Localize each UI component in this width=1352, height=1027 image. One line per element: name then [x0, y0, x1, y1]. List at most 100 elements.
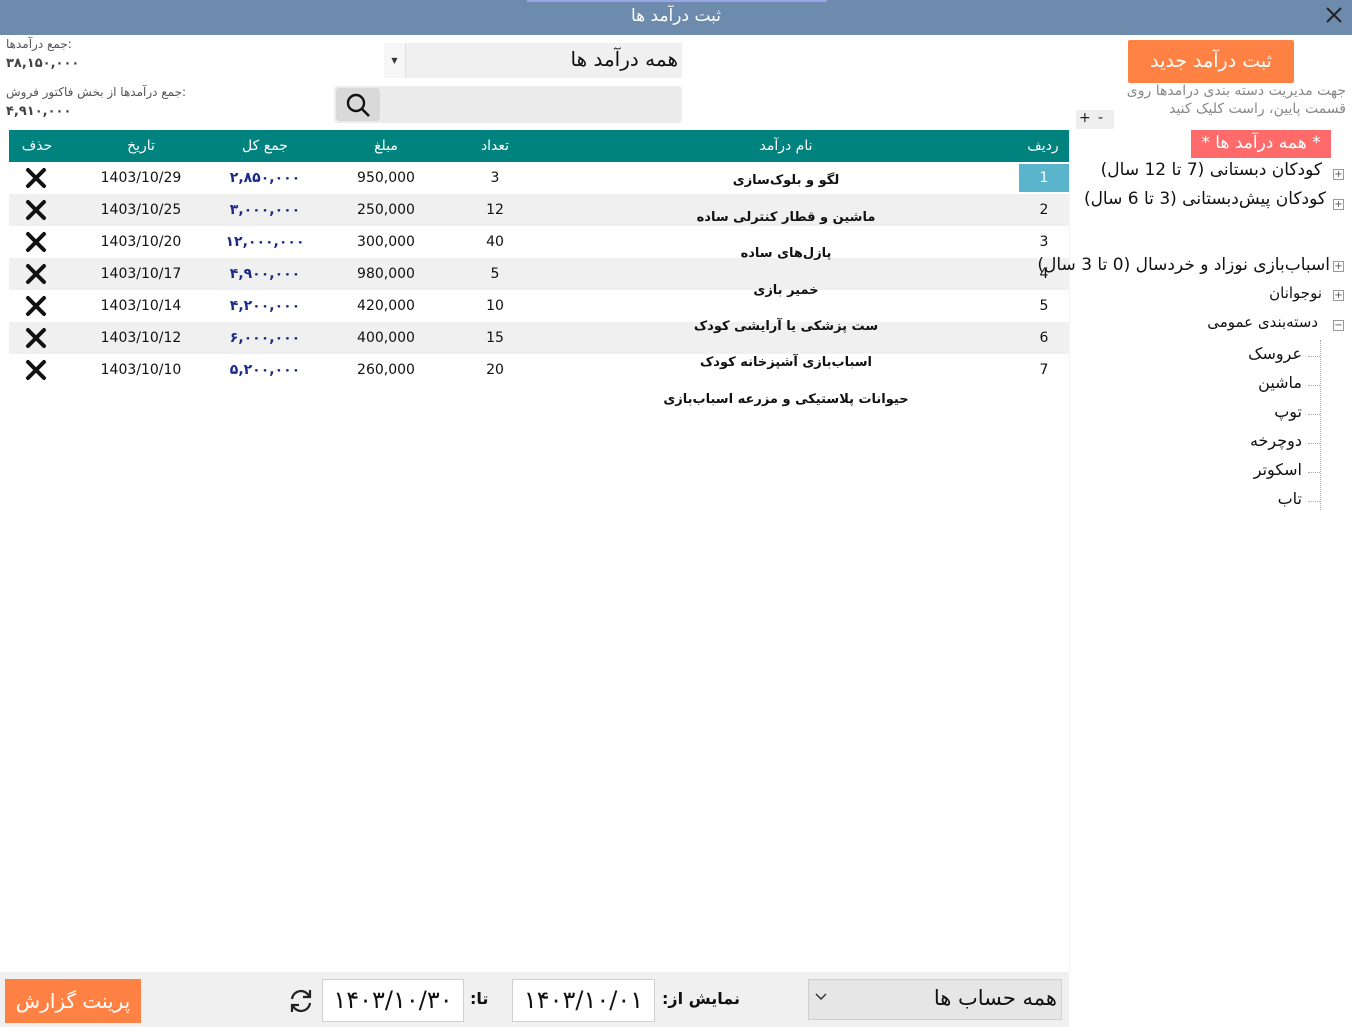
collapse-all-button[interactable]: - — [1098, 110, 1103, 126]
delete-icon[interactable] — [24, 199, 48, 221]
tree-node[interactable]: نوجوانان — [1269, 284, 1322, 302]
delete-icon[interactable] — [24, 263, 48, 285]
tree-root-all-incomes[interactable]: * همه درآمد ها * — [1191, 130, 1331, 158]
search-icon[interactable] — [336, 88, 380, 121]
category-filter-select[interactable]: ▼ همه درآمد ها — [384, 43, 682, 78]
delete-icon[interactable] — [24, 167, 48, 189]
sales-total-value: ۴,۹۱۰,۰۰۰ — [6, 104, 72, 119]
cell-amount: 980,000 — [357, 266, 415, 282]
cell-date: 1403/10/29 — [100, 170, 182, 186]
delete-icon[interactable] — [24, 359, 48, 381]
tree-child-node[interactable]: اسکوتر — [1254, 460, 1302, 479]
cell-name: ست پزشکی یا آرایشی کودک — [693, 319, 879, 334]
tree-branch-line — [1308, 414, 1320, 415]
expand-icon[interactable]: + — [1333, 169, 1344, 180]
col-count[interactable]: تعداد — [481, 138, 509, 154]
cell-date: 1403/10/14 — [100, 298, 182, 314]
tree-branch-line — [1308, 501, 1320, 502]
close-icon[interactable] — [1322, 5, 1346, 29]
expand-icon[interactable]: + — [1333, 261, 1344, 272]
cell-total: ۳,۰۰۰,۰۰۰ — [229, 202, 301, 218]
cell-amount: 950,000 — [357, 170, 415, 186]
tree-child-node[interactable]: دوچرخه — [1250, 431, 1302, 450]
tree-branch-line — [1308, 472, 1320, 473]
expand-icon[interactable]: + — [1333, 290, 1344, 301]
accounts-select[interactable]: همه حساب ها — [808, 979, 1062, 1020]
cell-amount: 300,000 — [357, 234, 415, 250]
tree-branch-line — [1308, 443, 1320, 444]
delete-icon[interactable] — [24, 295, 48, 317]
cell-name: لگو و بلوک‌سازی — [732, 173, 840, 188]
title-accent-line — [527, 0, 827, 2]
row-number: 2 — [1039, 202, 1049, 218]
row-number: 7 — [1039, 362, 1049, 378]
cell-total: ۱۲,۰۰۰,۰۰۰ — [225, 234, 305, 250]
income-window: ثبت درآمد ها جمع درآمدها: ۳۸,۱۵۰,۰۰۰ جمع… — [0, 0, 1352, 1027]
tree-node[interactable]: دسته‌بندی عمومی — [1207, 313, 1318, 331]
accounts-select-value: همه حساب ها — [933, 986, 1057, 1010]
cell-count: 10 — [486, 298, 504, 314]
cell-count: 5 — [490, 266, 500, 282]
cell-name: پازل‌های ساده — [740, 246, 832, 261]
new-income-button[interactable]: ثبت درآمد جدید — [1128, 40, 1294, 83]
sales-total-label: جمع درآمدها از بخش فاکتور فروش: — [6, 85, 187, 99]
cell-count: 3 — [490, 170, 500, 186]
col-date[interactable]: تاریخ — [127, 138, 155, 154]
table-header: ردیف نام درآمد تعداد مبلغ جمع کل تاریخ ح… — [9, 130, 1069, 162]
cell-count: 12 — [486, 202, 504, 218]
income-total-label: جمع درآمدها: — [6, 37, 72, 51]
row-number: 3 — [1039, 234, 1049, 250]
cell-total: ۴,۹۰۰,۰۰۰ — [229, 266, 301, 282]
delete-icon[interactable] — [24, 327, 48, 349]
cell-amount: 260,000 — [357, 362, 415, 378]
cell-count: 20 — [486, 362, 504, 378]
row-number: 5 — [1039, 298, 1049, 314]
category-hint-text: جهت مدیریت دسته بندی درامدها روی قسمت پا… — [1126, 83, 1346, 117]
expand-icon[interactable]: + — [1333, 199, 1344, 210]
cell-name: اسباب‌بازی آشپزخانه کودک — [699, 355, 873, 370]
expand-collapse-controls: + - — [1076, 110, 1114, 129]
from-date-label: نمایش از: — [662, 989, 741, 1008]
cell-amount: 400,000 — [357, 330, 415, 346]
tree-guide-line — [1320, 340, 1321, 510]
tree-child-node[interactable]: تاب — [1278, 489, 1302, 508]
cell-total: ۵,۲۰۰,۰۰۰ — [229, 362, 301, 378]
chevron-down-icon[interactable] — [815, 990, 827, 1006]
tree-child-node[interactable]: عروسک — [1248, 344, 1302, 363]
refresh-icon[interactable] — [286, 987, 316, 1015]
cell-total: ۴,۲۰۰,۰۰۰ — [229, 298, 301, 314]
tree-child-node[interactable]: توپ — [1274, 402, 1302, 421]
tree-node[interactable]: کودکان دبستانی (7 تا 12 سال) — [1101, 160, 1322, 180]
cell-date: 1403/10/17 — [100, 266, 182, 282]
to-date-field[interactable]: ۱۴۰۳/۱۰/۳۰ — [322, 979, 464, 1022]
collapse-icon[interactable]: − — [1333, 320, 1344, 331]
expand-all-button[interactable]: + — [1079, 110, 1091, 126]
category-filter-value: همه درآمد ها — [570, 47, 678, 71]
cell-date: 1403/10/10 — [100, 362, 182, 378]
col-name[interactable]: نام درآمد — [759, 138, 812, 154]
col-amount[interactable]: مبلغ — [374, 138, 398, 154]
tree-node[interactable]: کودکان پیش‌دبستانی (3 تا 6 سال) — [1084, 189, 1326, 209]
window-title: ثبت درآمد ها — [630, 6, 722, 26]
tree-node[interactable]: اسباب‌بازی نوزاد و خردسال (0 تا 3 سال) — [1037, 255, 1330, 275]
cell-date: 1403/10/20 — [100, 234, 182, 250]
tree-branch-line — [1308, 356, 1320, 357]
row-number: 1 — [1019, 164, 1069, 192]
tree-child-node[interactable]: ماشین — [1258, 373, 1302, 392]
title-bar: ثبت درآمد ها — [0, 0, 1352, 35]
cell-count: 40 — [486, 234, 504, 250]
to-date-label: تا: — [470, 989, 489, 1008]
col-delete[interactable]: حذف — [22, 138, 53, 154]
cell-date: 1403/10/25 — [100, 202, 182, 218]
cell-date: 1403/10/12 — [100, 330, 182, 346]
col-row[interactable]: ردیف — [1027, 138, 1058, 154]
col-total[interactable]: جمع کل — [242, 138, 288, 154]
print-report-button[interactable]: پرینت گزارش — [5, 979, 141, 1023]
cell-name: خمیر بازی — [753, 283, 819, 298]
cell-total: ۶,۰۰۰,۰۰۰ — [229, 330, 301, 346]
delete-icon[interactable] — [24, 231, 48, 253]
dropdown-arrow-icon[interactable]: ▼ — [384, 43, 406, 78]
cell-count: 15 — [486, 330, 504, 346]
from-date-field[interactable]: ۱۴۰۳/۱۰/۰۱ — [512, 979, 655, 1022]
search-input[interactable] — [334, 86, 682, 123]
